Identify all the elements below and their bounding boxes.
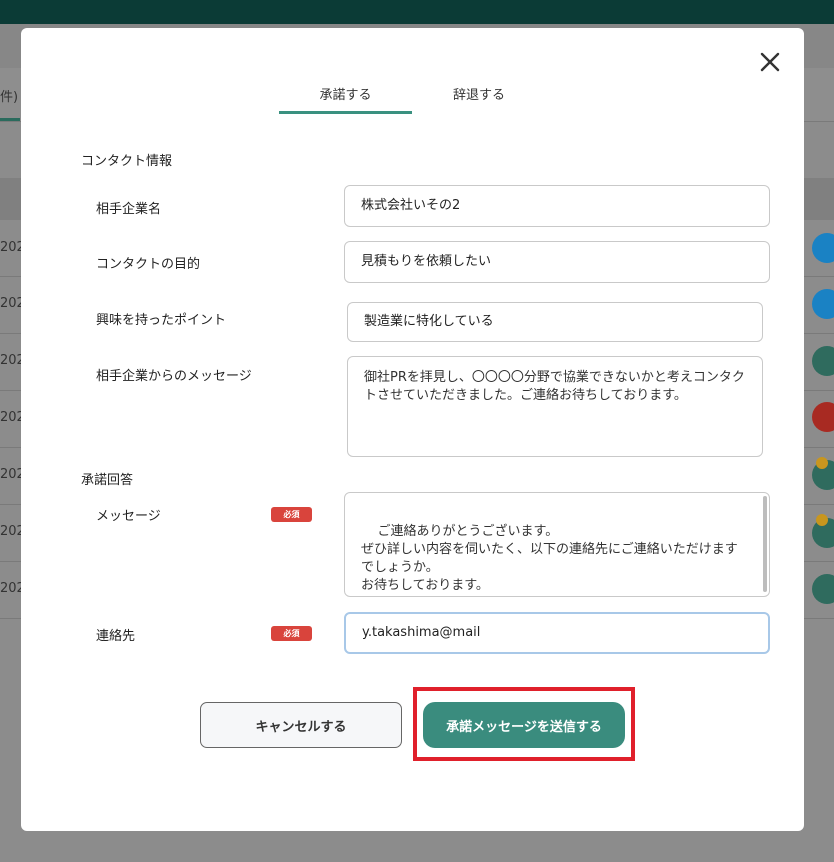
reply-tabs: 承諾する 辞退する (279, 84, 539, 114)
company-name-field[interactable]: 株式会社いその2 (344, 185, 770, 227)
required-badge: 必須 (271, 507, 312, 522)
close-icon (760, 52, 780, 72)
contact-address-label: 連絡先 (96, 629, 136, 644)
interest-point-field[interactable]: 製造業に特化している (347, 302, 763, 342)
background-tab-label: 件) (0, 90, 19, 105)
tab-accept[interactable]: 承諾する (279, 84, 412, 114)
avatar (812, 402, 834, 432)
avatar (812, 289, 834, 319)
avatar (812, 233, 834, 263)
message-label: メッセージ (96, 509, 161, 524)
required-badge: 必須 (271, 626, 312, 641)
reply-message-text: ご連絡ありがとうございます。 ぜひ詳しい内容を伺いたく、以下の連絡先にご連絡いた… (361, 524, 738, 593)
contact-purpose-field[interactable]: 見積もりを依頼したい (344, 241, 770, 283)
partner-message-field[interactable]: 御社PRを拝見し、〇〇〇〇分野で協業できないかと考えコンタクトさせていただきまし… (347, 356, 763, 457)
partner-message-label: 相手企業からのメッセージ (96, 369, 252, 384)
reply-heading: 承諾回答 (81, 473, 134, 488)
contact-address-field[interactable]: y.takashima@mail (344, 612, 770, 654)
contact-info-heading: コンタクト情報 (81, 154, 173, 169)
scrollbar[interactable] (763, 496, 767, 592)
notification-dot (816, 514, 828, 526)
close-button[interactable] (758, 50, 782, 74)
cancel-button[interactable]: キャンセルする (200, 702, 402, 748)
company-name-label: 相手企業名 (96, 202, 162, 217)
avatar (812, 574, 834, 604)
tab-decline[interactable]: 辞退する (419, 84, 539, 114)
avatar (812, 346, 834, 376)
contact-reply-modal: 承諾する 辞退する コンタクト情報 相手企業名 株式会社いその2 コンタクトの目… (21, 28, 804, 831)
interest-point-label: 興味を持ったポイント (96, 313, 227, 328)
send-accept-message-button[interactable]: 承諾メッセージを送信する (423, 702, 625, 748)
top-bar (0, 0, 834, 24)
contact-purpose-label: コンタクトの目的 (96, 257, 201, 272)
reply-message-field[interactable]: ご連絡ありがとうございます。 ぜひ詳しい内容を伺いたく、以下の連絡先にご連絡いた… (344, 492, 770, 597)
notification-dot (816, 457, 828, 469)
